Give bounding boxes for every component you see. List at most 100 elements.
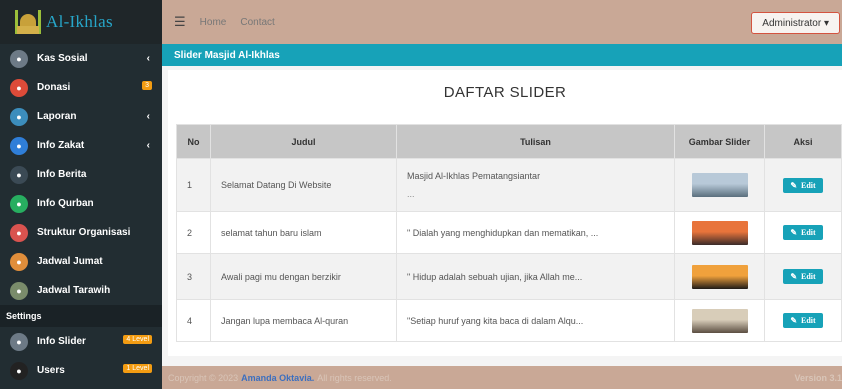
sidebar-item-laporan[interactable]: ● Laporan ‹: [0, 102, 162, 131]
users-icon: ●: [10, 361, 28, 380]
sidebar-item-struktur-organisasi[interactable]: ● Struktur Organisasi: [0, 218, 162, 247]
card-title: DAFTAR SLIDER: [443, 84, 567, 101]
sidebar: Al-Ikhlas ● Kas Sosial ‹ ● Donasi 3 ● Laporan ‹ ●…: [0, 0, 162, 389]
cell-gambar: [674, 158, 765, 212]
sidebar-item-info-slider[interactable]: ● Info Slider 4 Level: [0, 327, 162, 356]
cell-aksi: ✎ Edit: [764, 158, 842, 212]
hamburger-menu-icon[interactable]: ☰: [174, 14, 186, 30]
zakat-icon: ●: [10, 136, 28, 155]
cell-tulisan-text: "Setiap huruf yang kita baca di dalam Al…: [407, 315, 584, 326]
cash-icon: ●: [10, 49, 28, 68]
footer-copyright: Copyright © 2023: [168, 372, 239, 383]
edit-button[interactable]: ✎ Edit: [783, 313, 823, 328]
header-aksi: Aksi: [764, 124, 842, 159]
cell-aksi: ✎ Edit: [764, 299, 842, 342]
slider-card: DAFTAR SLIDER No Judul Tulisan Gambar Sl…: [168, 70, 842, 356]
sidebar-item-donasi[interactable]: ● Donasi 3: [0, 73, 162, 102]
sidebar-item-kas-sosial[interactable]: ● Kas Sosial ‹: [0, 44, 162, 73]
cell-aksi: ✎ Edit: [764, 211, 842, 254]
sidebar-item-jadwal-jumat[interactable]: ● Jadwal Jumat: [0, 247, 162, 276]
brand[interactable]: Al-Ikhlas: [0, 0, 162, 44]
tarawih-schedule-icon: ●: [10, 281, 28, 300]
cell-tulisan: "Setiap huruf yang kita baca di dalam Al…: [396, 299, 675, 342]
footer: Copyright © 2023 Amanda Oktavia. All rig…: [162, 366, 842, 389]
header-no: No: [176, 124, 211, 159]
cell-tulisan-text: Masjid Al-Ikhlas Pematangsiantar: [407, 171, 541, 181]
cell-no: 1: [176, 158, 211, 212]
sidebar-item-label: Users: [37, 365, 65, 376]
cell-tulisan: " Dialah yang menghidupkan dan mematikan…: [396, 211, 675, 254]
cell-tulisan-more: ...: [407, 189, 415, 199]
chevron-left-icon: ‹: [146, 140, 150, 151]
sidebar-item-label: Kas Sosial: [37, 53, 88, 64]
footer-rights: All rights reserved.: [317, 372, 392, 383]
cell-no: 2: [176, 211, 211, 254]
chevron-left-icon: ‹: [146, 111, 150, 122]
footer-author-link[interactable]: Amanda Oktavia.: [241, 373, 314, 383]
sidebar-item-users[interactable]: ● Users 1 Level: [0, 356, 162, 385]
cell-tulisan: Masjid Al-Ikhlas Pematangsiantar...: [396, 158, 675, 212]
sidebar-menu: ● Kas Sosial ‹ ● Donasi 3 ● Laporan ‹ ● Info Zakat…: [0, 44, 162, 305]
sidebar-item-label: Info Berita: [37, 169, 87, 180]
cell-tulisan-text: " Dialah yang menghidupkan dan mematikan…: [407, 227, 599, 238]
sidebar-badge: 3: [142, 81, 152, 90]
nav-contact-link[interactable]: Contact: [240, 17, 274, 28]
table-row: 3 Awali pagi mu dengan berzikir " Hidup ad…: [176, 253, 842, 300]
news-icon: ●: [10, 165, 28, 184]
organization-icon: ●: [10, 223, 28, 242]
sidebar-badge: 4 Level: [123, 335, 152, 344]
edit-icon: ✎: [790, 316, 798, 325]
sidebar-item-label: Jadwal Jumat: [37, 256, 103, 267]
report-icon: ●: [10, 107, 28, 126]
sidebar-item-info-zakat[interactable]: ● Info Zakat ‹: [0, 131, 162, 160]
main-content: Slider Masjid Al-Ikhlas DAFTAR SLIDER No…: [162, 44, 842, 366]
footer-version: Version 3.1: [794, 372, 842, 383]
header-gambar-slider: Gambar Slider: [674, 124, 765, 159]
cell-tulisan-text: " Hidup adalah sebuah ujian, jika Allah …: [407, 271, 583, 282]
brand-name: Al-Ikhlas: [46, 12, 113, 31]
edit-button-label: Edit: [801, 272, 816, 281]
slider-icon: ●: [10, 332, 28, 351]
nav-home-link[interactable]: Home: [200, 17, 227, 28]
slider-thumbnail-image: [691, 173, 748, 197]
sidebar-item-jadwal-tarawih[interactable]: ● Jadwal Tarawih: [0, 276, 162, 305]
cell-no: 4: [176, 299, 211, 342]
edit-button[interactable]: ✎ Edit: [783, 225, 823, 240]
sidebar-item-info-qurban[interactable]: ● Info Qurban: [0, 189, 162, 218]
slider-thumbnail-image: [691, 220, 748, 245]
page-title-bar: Slider Masjid Al-Ikhlas: [162, 44, 842, 66]
edit-button[interactable]: ✎ Edit: [783, 269, 823, 284]
sidebar-item-label: Struktur Organisasi: [37, 227, 131, 238]
edit-button[interactable]: ✎ Edit: [783, 177, 823, 193]
cell-gambar: [674, 299, 765, 342]
slider-thumbnail-image: [691, 264, 748, 289]
sidebar-item-label: Jadwal Tarawih: [37, 285, 111, 296]
edit-button-label: Edit: [801, 180, 816, 190]
edit-icon: ✎: [790, 228, 798, 237]
qurban-icon: ●: [10, 194, 28, 213]
user-menu-button[interactable]: Administrator ▾: [751, 12, 840, 34]
mosque-logo-icon: [14, 8, 42, 36]
slider-thumbnail-image: [691, 308, 748, 333]
edit-icon: ✎: [790, 180, 798, 190]
chevron-left-icon: ‹: [146, 53, 150, 64]
table-row: 4 Jangan lupa membaca Al-quran "Setiap hur…: [176, 299, 842, 342]
cell-gambar: [674, 211, 765, 254]
sidebar-item-label: Laporan: [37, 111, 77, 122]
slider-table: No Judul Tulisan Gambar Slider Aksi 1 Sel…: [176, 124, 842, 342]
cell-tulisan: " Hidup adalah sebuah ujian, jika Allah …: [396, 253, 675, 300]
sidebar-item-info-berita[interactable]: ● Info Berita: [0, 160, 162, 189]
sidebar-item-label: Info Slider: [37, 336, 86, 347]
edit-icon: ✎: [790, 272, 798, 281]
header-judul: Judul: [210, 124, 397, 159]
settings-menu: ● Info Slider 4 Level ● Users 1 Level: [0, 327, 162, 385]
sidebar-item-label: Info Qurban: [37, 198, 94, 209]
header-tulisan: Tulisan: [396, 124, 675, 159]
edit-button-label: Edit: [801, 316, 816, 325]
cell-judul: Selamat Datang Di Website: [210, 158, 397, 212]
sidebar-item-label: Donasi: [37, 82, 71, 93]
settings-header: Settings: [0, 305, 162, 327]
edit-button-label: Edit: [801, 228, 816, 237]
donation-icon: ●: [10, 78, 28, 97]
table-row: 1 Selamat Datang Di Website Masjid Al-Ikhl…: [176, 158, 842, 212]
